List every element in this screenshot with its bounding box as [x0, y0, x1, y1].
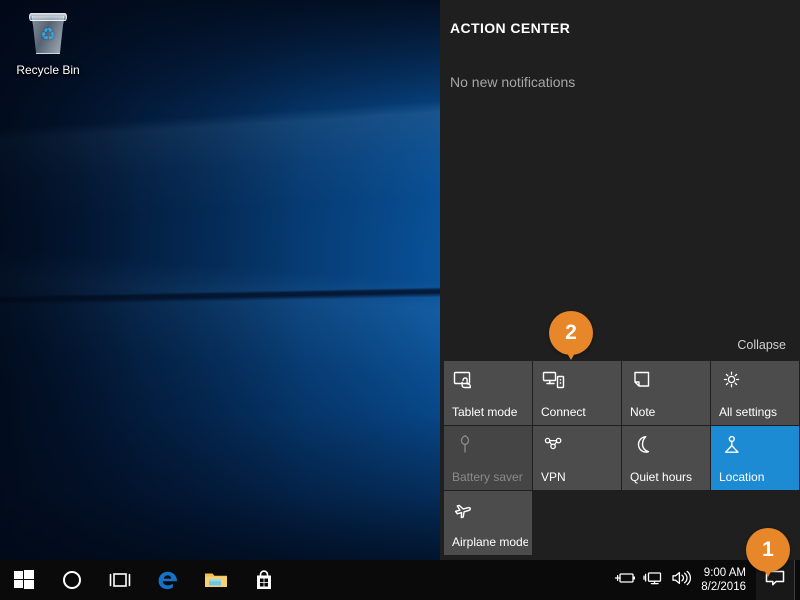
tray-network-button[interactable] — [639, 560, 667, 600]
action-center-panel: ACTION CENTER No new notifications Colla… — [440, 0, 800, 560]
quick-action-label: Quiet hours — [630, 470, 693, 484]
tray-battery-button[interactable] — [611, 560, 639, 600]
taskbar: 9:00 AM 8/2/2016 — [0, 560, 800, 600]
gear-icon — [719, 368, 745, 392]
clock-date: 8/2/2016 — [701, 581, 746, 593]
desktop-icon-recycle-bin[interactable]: ♻ Recycle Bin — [8, 8, 88, 77]
no-notifications-message: No new notifications — [450, 74, 576, 90]
recycle-bin-icon: ♻ — [25, 8, 71, 60]
notifications-area — [440, 90, 800, 336]
quick-action-vpn[interactable]: VPN — [533, 426, 621, 490]
quick-action-label: All settings — [719, 405, 778, 419]
battery-charging-icon — [614, 570, 636, 591]
edge-icon — [156, 568, 180, 592]
battery-saver-icon — [452, 433, 478, 457]
quick-action-empty-slot — [622, 491, 710, 555]
task-view-icon — [107, 570, 133, 590]
callout-marker-2: 2 — [549, 311, 593, 355]
action-center-title: ACTION CENTER — [450, 20, 571, 36]
quick-action-label: Airplane mode — [452, 535, 528, 549]
quick-action-label: Tablet mode — [452, 405, 518, 419]
quick-action-label: Battery saver — [452, 470, 523, 484]
taskbar-empty-area[interactable] — [288, 560, 611, 600]
quick-action-battery-saver: Battery saver — [444, 426, 532, 490]
task-view-button[interactable] — [96, 560, 144, 600]
quick-action-all-settings[interactable]: All settings — [711, 361, 799, 425]
quick-actions-grid: Tablet mode Connect Note All settings Ba… — [440, 361, 800, 560]
start-button[interactable] — [0, 560, 48, 600]
windows-logo-icon — [14, 570, 34, 590]
note-icon — [630, 368, 656, 392]
cortana-circle-icon — [61, 569, 83, 591]
location-icon — [719, 433, 745, 457]
quick-action-note[interactable]: Note — [622, 361, 710, 425]
quick-action-location[interactable]: Location — [711, 426, 799, 490]
quick-action-label: Note — [630, 405, 656, 419]
desktop-icon-label: Recycle Bin — [16, 63, 80, 77]
tablet-mode-icon — [452, 368, 478, 392]
network-monitor-icon — [643, 570, 663, 591]
collapse-row: Collapse — [440, 336, 800, 361]
connect-icon — [541, 368, 567, 392]
clock-button[interactable]: 9:00 AM 8/2/2016 — [695, 560, 756, 600]
microsoft-store-button[interactable] — [240, 560, 288, 600]
quick-action-quiet-hours[interactable]: Quiet hours — [622, 426, 710, 490]
quick-action-tablet-mode[interactable]: Tablet mode — [444, 361, 532, 425]
quick-action-label: Location — [719, 470, 765, 484]
airplane-icon — [452, 498, 478, 522]
quick-action-label: VPN — [541, 470, 566, 484]
vpn-icon — [541, 433, 567, 457]
show-desktop-button[interactable] — [794, 560, 800, 600]
quick-action-empty-slot — [533, 491, 621, 555]
tray-volume-button[interactable] — [667, 560, 695, 600]
folder-icon — [204, 570, 228, 590]
callout-marker-1: 1 — [746, 528, 790, 572]
quick-action-connect[interactable]: Connect — [533, 361, 621, 425]
collapse-link[interactable]: Collapse — [737, 338, 786, 352]
speaker-icon — [670, 570, 692, 591]
moon-icon — [630, 433, 656, 457]
taskbar-buttons — [0, 560, 288, 600]
quick-action-label: Connect — [541, 405, 586, 419]
store-bag-icon — [253, 569, 275, 591]
file-explorer-button[interactable] — [192, 560, 240, 600]
quick-action-airplane-mode[interactable]: Airplane mode — [444, 491, 532, 555]
cortana-search-button[interactable] — [48, 560, 96, 600]
clock-time: 9:00 AM — [703, 567, 746, 579]
edge-button[interactable] — [144, 560, 192, 600]
